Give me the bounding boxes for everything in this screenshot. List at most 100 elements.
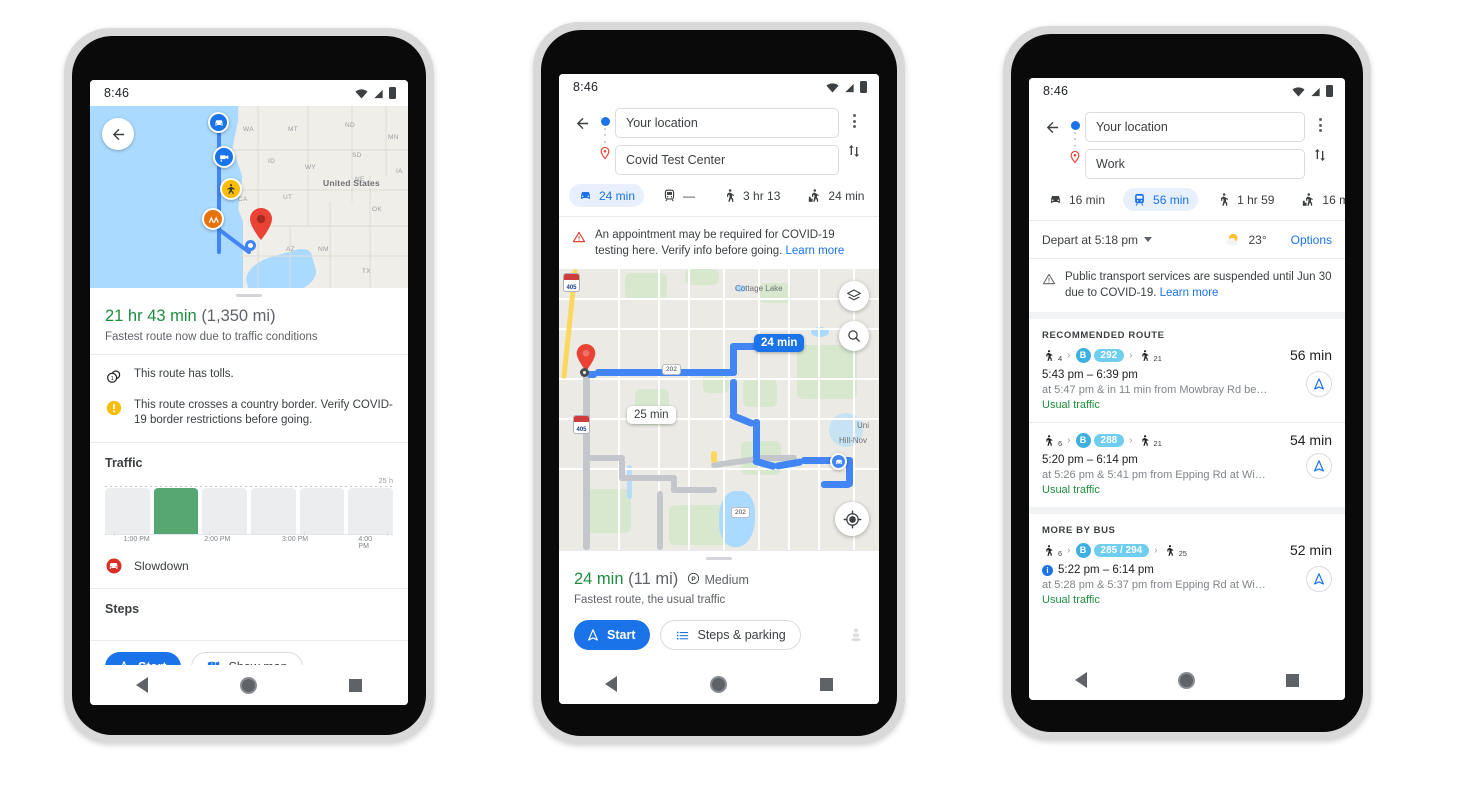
bus-letter: B xyxy=(1075,347,1091,363)
mode-tab-walking[interactable]: 1 hr 59 xyxy=(1207,188,1283,211)
origin-input[interactable]: Your location xyxy=(615,108,839,138)
transit-icon xyxy=(664,189,675,202)
chart-bar-highlighted xyxy=(153,487,199,534)
border-icon xyxy=(208,215,219,223)
route-traffic-status: Usual traffic xyxy=(1042,484,1100,497)
chevron-down-icon[interactable] xyxy=(1144,237,1153,242)
route-navigate-button[interactable] xyxy=(1306,371,1332,398)
speed-camera-marker[interactable] xyxy=(213,146,235,168)
destination-input[interactable]: Covid Test Center xyxy=(615,145,839,175)
battery-icon xyxy=(389,87,396,99)
back-button[interactable] xyxy=(102,118,134,150)
destination-input[interactable]: Work xyxy=(1085,149,1305,179)
mode-tab-rideshare[interactable]: 24 min xyxy=(798,184,873,207)
pegman-icon[interactable] xyxy=(848,627,864,643)
partly-sunny-icon xyxy=(1226,233,1239,246)
mode-tab-rideshare[interactable]: 16 mi xyxy=(1292,188,1345,211)
nav-back-icon[interactable] xyxy=(605,676,618,692)
wifi-icon xyxy=(826,83,839,93)
phone-screen: 8:46 Your location Covid Test Center 24 … xyxy=(559,74,879,704)
steps-parking-label: Steps & parking xyxy=(697,628,786,642)
more-vertical-icon[interactable] xyxy=(1318,118,1322,132)
learn-more-link[interactable]: Learn more xyxy=(1160,287,1219,299)
state-label: SD xyxy=(352,152,362,159)
walk-leg: 4 xyxy=(1042,348,1062,363)
action-buttons: Start Steps & parking xyxy=(559,606,879,650)
mode-tab-driving[interactable]: 24 min xyxy=(569,184,645,207)
notice-text: This route crosses a country border. Ver… xyxy=(134,399,393,427)
depart-time-label[interactable]: Depart at 5:18 pm xyxy=(1042,233,1138,247)
phone-transit-routes: 8:46 Your location Work 16 min 56 min 1 … xyxy=(1003,26,1371,740)
svg-text:P: P xyxy=(691,576,696,583)
origin-car-marker[interactable] xyxy=(208,112,229,133)
route-overview-map[interactable]: WA MT ND MN ID WY SD NE IA UT CA AZ NM O… xyxy=(90,106,408,288)
start-button-label: Start xyxy=(607,628,636,642)
back-button[interactable] xyxy=(569,108,595,138)
map-place-label: Hill-Nov xyxy=(839,436,867,445)
route-detail-sheet: 21 hr 43 min (1,350 mi) Fastest route no… xyxy=(90,288,408,682)
status-clock: 8:46 xyxy=(573,80,599,94)
walk-icon xyxy=(1046,544,1053,556)
destination-pin[interactable] xyxy=(248,207,274,241)
route-summary: 24 min (11 mi) P Medium Fastest route, t… xyxy=(559,560,879,606)
nav-home-icon[interactable] xyxy=(1177,671,1195,689)
nav-recents-icon[interactable] xyxy=(1286,673,1300,687)
parking-label: Medium xyxy=(704,573,749,587)
chart-tick-label: 3:00 PM xyxy=(282,535,309,543)
nav-recents-icon[interactable] xyxy=(819,677,833,691)
status-bar: 8:46 xyxy=(559,74,879,100)
transit-route-row[interactable]: 6 › B 288 › 21 54 min 5:20 pm – 6:14 pm … xyxy=(1029,423,1345,507)
transit-route-row[interactable]: 6 › B 285 / 294 › 25 52 min i 5:22 pm – … xyxy=(1029,536,1345,617)
nav-home-icon[interactable] xyxy=(240,676,257,694)
mode-tab-driving[interactable]: 16 min xyxy=(1039,188,1114,211)
mode-tab-transit[interactable]: 56 min xyxy=(1123,188,1199,211)
walk-leg: 21 xyxy=(1138,433,1162,448)
mode-tab-walking[interactable]: 3 hr 13 xyxy=(713,184,789,207)
map-layers-button[interactable] xyxy=(839,281,869,311)
map-search-button[interactable] xyxy=(839,321,869,351)
walk-minutes: 6 xyxy=(1058,548,1063,558)
camera-icon xyxy=(219,154,228,162)
options-link[interactable]: Options xyxy=(1291,233,1332,247)
route-legs: 6 › B 288 › 21 54 min xyxy=(1042,432,1332,448)
nav-back-icon[interactable] xyxy=(1074,672,1087,688)
route-navigate-button[interactable] xyxy=(1306,566,1332,593)
my-location-button[interactable] xyxy=(835,502,869,536)
mode-tab-transit[interactable]: — xyxy=(653,184,704,207)
route-map[interactable]: Cottage Lake Uni Hill-Nov 202 202 405 40… xyxy=(559,269,879,550)
warning-triangle-icon xyxy=(572,231,586,243)
learn-more-link[interactable]: Learn more xyxy=(786,245,845,257)
info-icon[interactable]: i xyxy=(1042,564,1053,576)
android-nav-bar xyxy=(90,665,408,705)
duration-line: 21 hr 43 min (1,350 mi) xyxy=(105,307,393,326)
phone-screen: 8:46 Your location Work 16 min 56 min 1 … xyxy=(1029,78,1345,700)
swap-vertical-icon[interactable] xyxy=(846,142,862,160)
navigation-arrow-icon xyxy=(1314,460,1324,472)
route-eta-bubble[interactable]: 24 min xyxy=(754,334,805,352)
nav-back-icon[interactable] xyxy=(136,677,148,693)
alternate-eta-bubble[interactable]: 25 min xyxy=(627,406,676,424)
transit-route-row[interactable]: 4 › B 292 › 21 56 min 5:43 pm – 6:39 pm … xyxy=(1029,341,1345,422)
notice-border: This route crosses a country border. Ver… xyxy=(90,386,408,429)
steps-section-title: Steps xyxy=(105,601,140,616)
transit-icon xyxy=(1135,193,1144,206)
more-vertical-icon[interactable] xyxy=(852,114,856,128)
origin-input[interactable]: Your location xyxy=(1085,112,1305,142)
route-duration: 54 min xyxy=(1289,432,1332,449)
route-dots-icon xyxy=(604,126,606,145)
walk-minutes: 21 xyxy=(1153,353,1162,363)
status-icons xyxy=(1292,85,1333,97)
nav-home-icon[interactable] xyxy=(709,675,727,693)
construction-marker[interactable] xyxy=(220,178,242,200)
route-duration: 52 min xyxy=(1289,542,1332,559)
border-crossing-marker[interactable] xyxy=(202,208,224,230)
chevron-right-icon: › xyxy=(1154,544,1158,556)
route-navigate-button[interactable] xyxy=(1306,453,1332,480)
route-time-range: 5:43 pm – 6:39 pm xyxy=(1042,369,1138,382)
swap-vertical-icon[interactable] xyxy=(1312,146,1328,164)
nav-recents-icon[interactable] xyxy=(349,678,362,692)
back-button[interactable] xyxy=(1039,112,1065,142)
start-button[interactable]: Start xyxy=(574,620,651,650)
steps-parking-button[interactable]: Steps & parking xyxy=(660,620,801,650)
mode-tab-label: 24 min xyxy=(599,188,636,203)
